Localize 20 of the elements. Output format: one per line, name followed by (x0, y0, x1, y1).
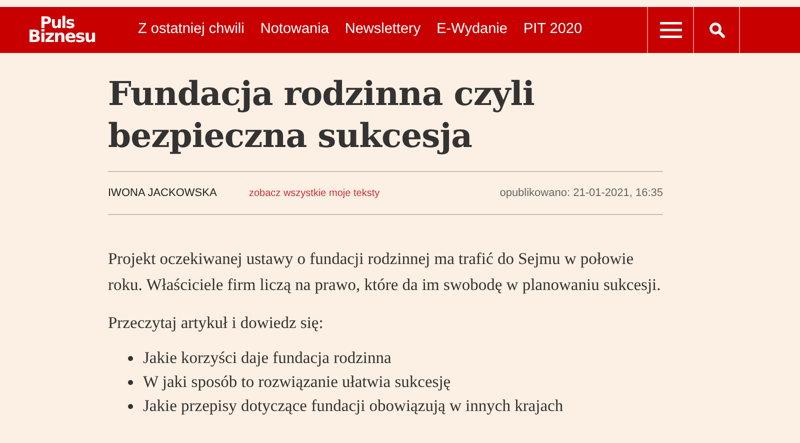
nav-link[interactable]: E-Wydanie (436, 19, 508, 41)
list-item: Jakie korzyści daje fundacja rodzinna (143, 347, 392, 369)
nav-link[interactable]: Notowania (260, 19, 329, 41)
list-item: W jaki sposób to rozwiązanie ułatwia sukcesję (143, 371, 451, 393)
article-title: Fundacja rodzinna czyli bezpieczna sukcesja (108, 73, 536, 157)
bullet-icon (128, 380, 133, 384)
menu-icon (660, 22, 682, 38)
nav-link[interactable]: PIT 2020 (523, 19, 582, 41)
logo[interactable]: Puls Biznesu (0, 7, 115, 53)
bullet-icon (128, 404, 133, 408)
search-icon (708, 22, 724, 38)
intro-text: Przeczytaj artykuł i dowiedz się: (108, 312, 324, 334)
nav-link[interactable]: Z ostatniej chwili (138, 19, 244, 41)
publish-date: opublikowano: 21-01-2021, 16:35 (500, 186, 663, 201)
author-link[interactable]: zobacz wszystkie moje teksty (249, 186, 380, 200)
list-item: Jakie przepisy dotyczące fundacji obowiązują w innych krajach (143, 395, 564, 417)
nav-link[interactable]: Newslettery (344, 19, 421, 41)
bullet-icon (128, 356, 133, 360)
article-lead: Projekt oczekiwanej ustawy o fundacji rodzinnej ma trafić do Sejmu w połowie roku. Właściciele firm liczą na prawo, które da im swobodę w planowaniu sukcesji. (108, 248, 662, 296)
author-name: IWONA JACKOWSKA (108, 186, 218, 201)
